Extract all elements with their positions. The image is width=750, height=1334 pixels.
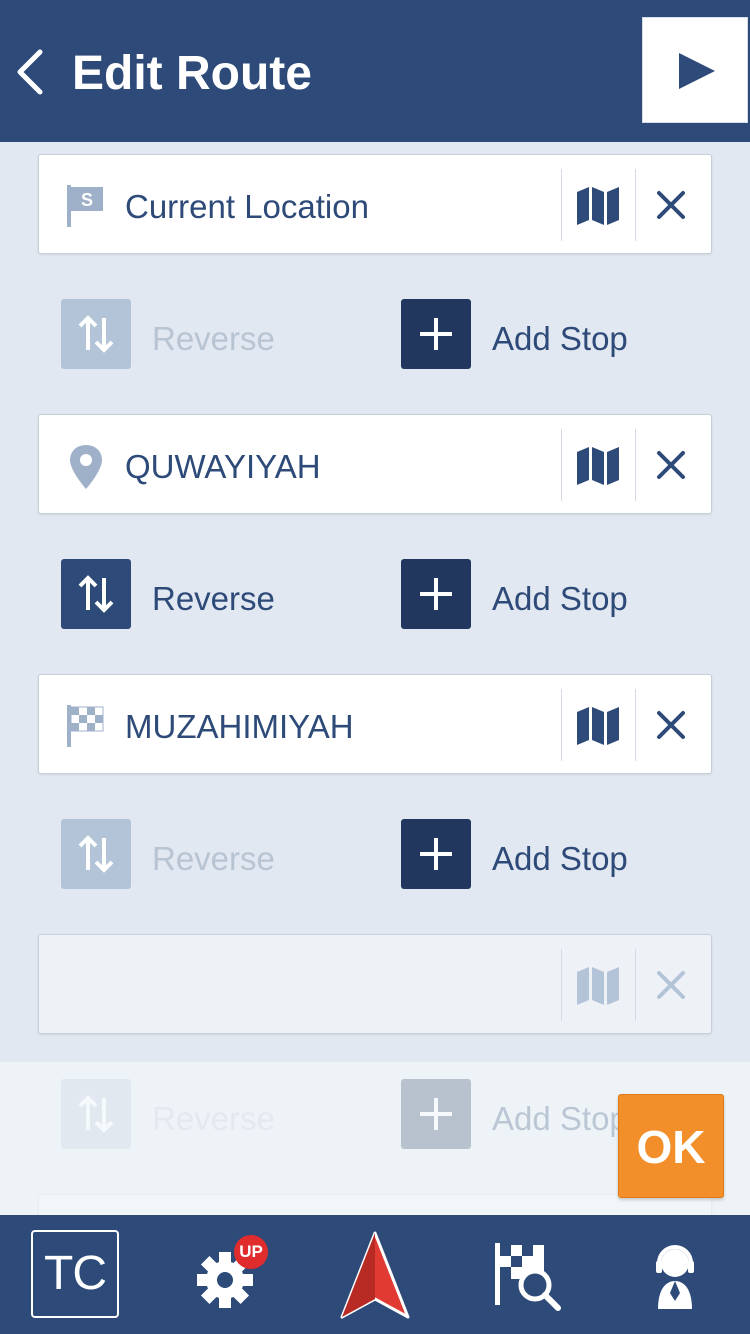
reverse-arrows-icon xyxy=(78,575,114,613)
reverse-button[interactable] xyxy=(61,819,131,889)
reverse-label: Reverse xyxy=(152,580,275,617)
reverse-button[interactable] xyxy=(61,299,131,369)
finish-flag-icon xyxy=(67,705,104,747)
destination-search-button[interactable] xyxy=(492,1241,562,1311)
stop-label: QUWAYIYAH xyxy=(125,448,321,485)
remove-stop-button[interactable] xyxy=(653,447,689,483)
start-flag-icon: S xyxy=(67,185,103,227)
navigation-button[interactable] xyxy=(338,1231,412,1321)
navigation-arrow-icon xyxy=(340,1231,410,1319)
divider xyxy=(635,429,636,501)
action-row: Reverse Add Stop xyxy=(0,299,750,371)
divider xyxy=(561,689,562,761)
remove-stop-button xyxy=(653,967,689,1003)
map-button[interactable] xyxy=(575,186,621,226)
stop-card-empty[interactable] xyxy=(38,934,712,1034)
settings-button[interactable]: UP xyxy=(190,1235,270,1315)
add-stop-label: Add Stop xyxy=(492,840,628,877)
map-button xyxy=(575,966,621,1006)
close-icon xyxy=(657,451,685,479)
close-icon xyxy=(657,191,685,219)
flag-search-icon xyxy=(495,1243,561,1311)
reverse-button[interactable] xyxy=(61,559,131,629)
add-stop-button[interactable] xyxy=(401,819,471,889)
back-button[interactable] xyxy=(10,40,54,104)
svg-text:S: S xyxy=(81,190,93,210)
divider xyxy=(561,949,562,1021)
reverse-arrows-icon xyxy=(78,835,114,873)
remove-stop-button[interactable] xyxy=(653,187,689,223)
traffic-button[interactable]: TC xyxy=(31,1230,119,1318)
divider xyxy=(635,949,636,1021)
action-row: Reverse Add Stop xyxy=(0,819,750,891)
map-button[interactable] xyxy=(575,446,621,486)
divider xyxy=(635,169,636,241)
map-icon xyxy=(577,707,619,745)
map-button[interactable] xyxy=(575,706,621,746)
divider xyxy=(561,169,562,241)
add-stop-label: Add Stop xyxy=(492,320,628,357)
remove-stop-button[interactable] xyxy=(653,707,689,743)
reverse-arrows-icon xyxy=(78,315,114,353)
reverse-label: Reverse xyxy=(152,840,275,877)
stop-card-waypoint[interactable]: QUWAYIYAH xyxy=(38,414,712,514)
support-agent-icon xyxy=(656,1245,694,1309)
close-icon xyxy=(657,971,685,999)
bottom-toolbar: TC UP xyxy=(0,1215,750,1334)
play-button[interactable] xyxy=(642,17,748,123)
map-icon xyxy=(577,187,619,225)
stop-card-destination[interactable]: MUZAHIMIYAH xyxy=(38,674,712,774)
stop-card-start[interactable]: S Current Location xyxy=(38,154,712,254)
add-stop-label: Add Stop xyxy=(492,580,628,617)
divider xyxy=(561,429,562,501)
plus-icon xyxy=(420,838,452,870)
stop-label: MUZAHIMIYAH xyxy=(125,708,354,745)
play-icon xyxy=(679,53,715,89)
divider xyxy=(635,689,636,761)
location-pin-icon xyxy=(70,445,102,489)
add-stop-button[interactable] xyxy=(401,299,471,369)
plus-icon xyxy=(420,578,452,610)
header-bar: Edit Route xyxy=(0,0,750,142)
reverse-label: Reverse xyxy=(152,320,275,357)
plus-icon xyxy=(420,318,452,350)
update-badge: UP xyxy=(234,1235,268,1269)
map-icon xyxy=(577,967,619,1005)
page-title: Edit Route xyxy=(72,47,312,100)
chevron-left-icon xyxy=(17,49,43,95)
action-row: Reverse Add Stop xyxy=(0,559,750,631)
route-editor: S Current Location Reverse Add Stop QUWA… xyxy=(0,142,750,1215)
ok-button[interactable]: OK xyxy=(618,1094,724,1198)
support-button[interactable] xyxy=(650,1241,700,1311)
map-icon xyxy=(577,447,619,485)
add-stop-button[interactable] xyxy=(401,559,471,629)
close-icon xyxy=(657,711,685,739)
stop-label: Current Location xyxy=(125,188,369,225)
